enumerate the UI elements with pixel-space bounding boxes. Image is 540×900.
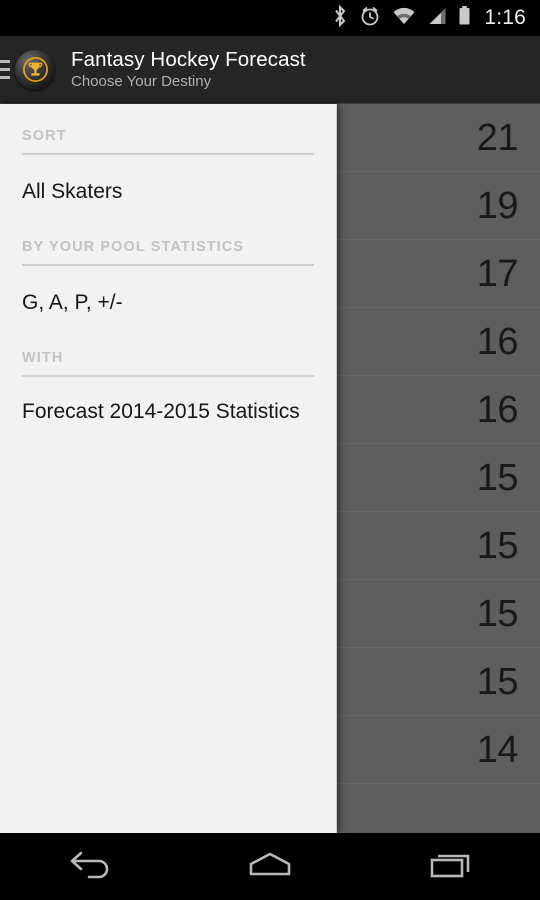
status-bar-clock: 1:16 <box>484 6 526 29</box>
alarm-icon <box>359 5 381 32</box>
hamburger-menu-icon[interactable] <box>0 36 10 104</box>
trophy-icon[interactable] <box>15 49 55 90</box>
bluetooth-icon <box>332 4 348 32</box>
row-value: 17 <box>476 252 519 295</box>
row-value: 19 <box>476 184 519 227</box>
drawer-section-header-sort: SORT <box>22 128 67 144</box>
drawer-item-forecast-statistics[interactable]: Forecast 2014-2015 Statistics <box>0 377 336 447</box>
row-value: 21 <box>476 116 519 159</box>
battery-icon <box>458 5 471 32</box>
page-subtitle: Choose Your Destiny <box>71 73 212 90</box>
recents-button[interactable] <box>360 833 540 900</box>
home-button[interactable] <box>180 833 360 900</box>
status-bar: 1:16 <box>0 0 540 36</box>
action-bar: Fantasy Hockey Forecast Choose Your Dest… <box>0 36 540 104</box>
wifi-icon <box>392 6 416 31</box>
row-value: 16 <box>476 388 519 431</box>
recents-icon <box>424 848 476 885</box>
drawer-section-header-pool-statistics: BY YOUR POOL STATISTICS <box>22 239 245 255</box>
row-value: 16 <box>476 320 519 363</box>
system-navigation-bar <box>0 833 540 900</box>
drawer-item-pool-statistics[interactable]: G, A, P, +/- <box>0 266 336 340</box>
navigation-drawer: SORT All Skaters BY YOUR POOL STATISTICS… <box>0 104 337 833</box>
row-value: 15 <box>476 660 519 703</box>
drawer-section-header-with: WITH <box>22 350 64 366</box>
action-bar-titles: Fantasy Hockey Forecast Choose Your Dest… <box>71 47 306 92</box>
back-arrow-icon <box>63 848 117 885</box>
row-value: 15 <box>476 456 519 499</box>
drawer-item-all-skaters[interactable]: All Skaters <box>0 155 336 229</box>
back-button[interactable] <box>0 833 180 900</box>
android-screen: 1:16 Fantasy Hockey Forecast Choose Your… <box>0 0 540 900</box>
page-title: Fantasy Hockey Forecast <box>71 48 306 71</box>
row-value: 15 <box>476 524 519 567</box>
cellular-signal-icon <box>427 6 447 31</box>
home-icon <box>241 848 299 885</box>
row-value: 14 <box>476 728 519 771</box>
row-value: 15 <box>476 592 519 635</box>
